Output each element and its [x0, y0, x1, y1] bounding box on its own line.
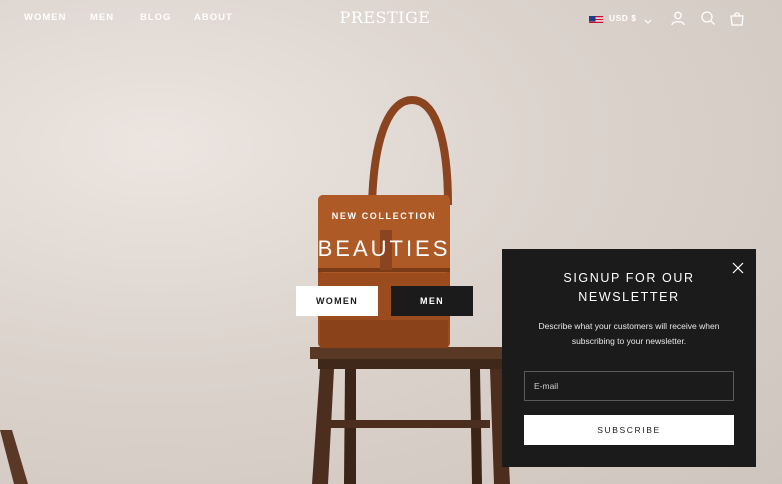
newsletter-description-line1: Describe what your customers will receiv… — [538, 321, 720, 331]
newsletter-title-line2: NEWSLETTER — [578, 290, 680, 304]
hero-headline: BEAUTIES — [317, 236, 451, 261]
nav-link-men[interactable]: MEN — [90, 12, 114, 23]
chevron-down-icon — [643, 13, 653, 24]
account-icon[interactable] — [670, 10, 686, 26]
newsletter-title: SIGNUP FOR OUR NEWSLETTER — [522, 269, 736, 307]
email-input[interactable] — [524, 371, 734, 401]
newsletter-description-line2: subscribing to your newsletter. — [571, 336, 687, 346]
nav-link-about[interactable]: ABOUT — [194, 12, 233, 23]
newsletter-popup: SIGNUP FOR OUR NEWSLETTER Describe what … — [502, 249, 756, 467]
stool-graphic — [310, 347, 515, 484]
nav-link-blog[interactable]: BLOG — [140, 12, 171, 23]
cart-icon[interactable] — [729, 10, 745, 26]
shop-women-button[interactable]: WOMEN — [296, 286, 378, 316]
newsletter-description: Describe what your customers will receiv… — [522, 319, 736, 349]
search-icon[interactable] — [700, 10, 716, 26]
subscribe-button[interactable]: SUBSCRIBE — [524, 415, 734, 445]
us-flag-icon — [589, 13, 603, 23]
currency-label: USD $ — [609, 13, 637, 23]
shop-men-button[interactable]: MEN — [391, 286, 473, 316]
site-logo[interactable]: PRESTIGE — [339, 8, 431, 27]
nav-link-women[interactable]: WOMEN — [24, 12, 66, 23]
currency-selector[interactable]: USD $ — [589, 11, 653, 25]
hero-eyebrow: NEW COLLECTION — [331, 211, 437, 221]
newsletter-title-line1: SIGNUP FOR OUR — [563, 271, 695, 285]
site-header: WOMEN MEN BLOG ABOUT PRESTIGE USD $ — [0, 0, 782, 36]
